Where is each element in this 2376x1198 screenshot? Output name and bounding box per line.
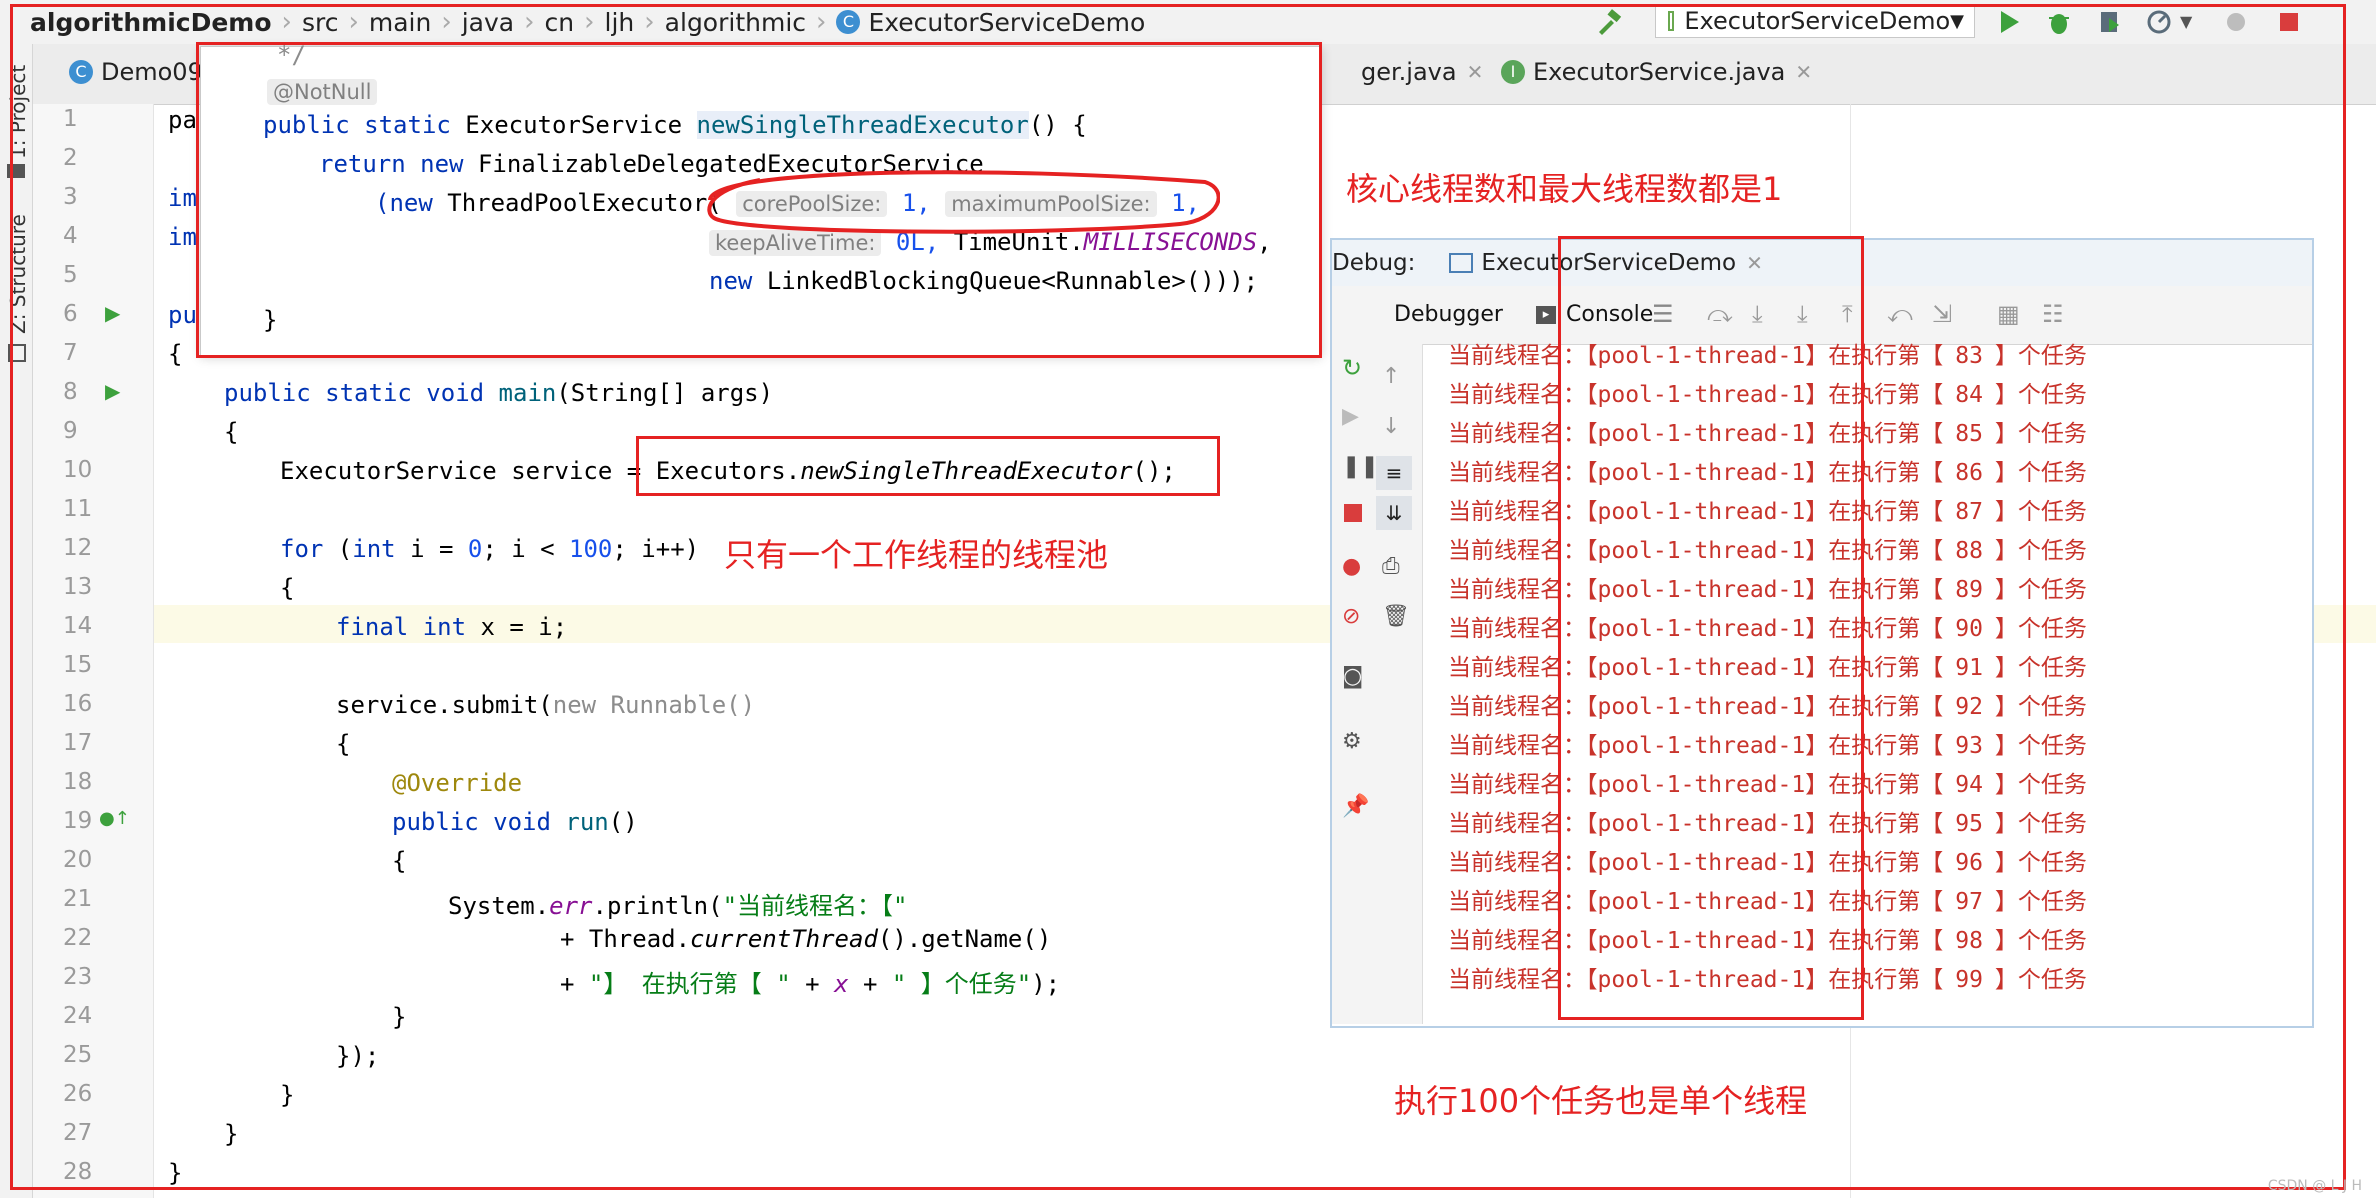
annotation-single-worker: 只有一个工作线程的线程池	[724, 536, 1109, 574]
watermark: CSDN @ L J H	[2267, 1178, 2362, 1194]
highlight-outer-frame	[10, 4, 2346, 1190]
annotation-hundred-tasks: 执行100个任务也是单个线程	[1394, 1082, 1808, 1120]
annotation-core-max: 核心线程数和最大线程数都是1	[1346, 170, 1783, 208]
